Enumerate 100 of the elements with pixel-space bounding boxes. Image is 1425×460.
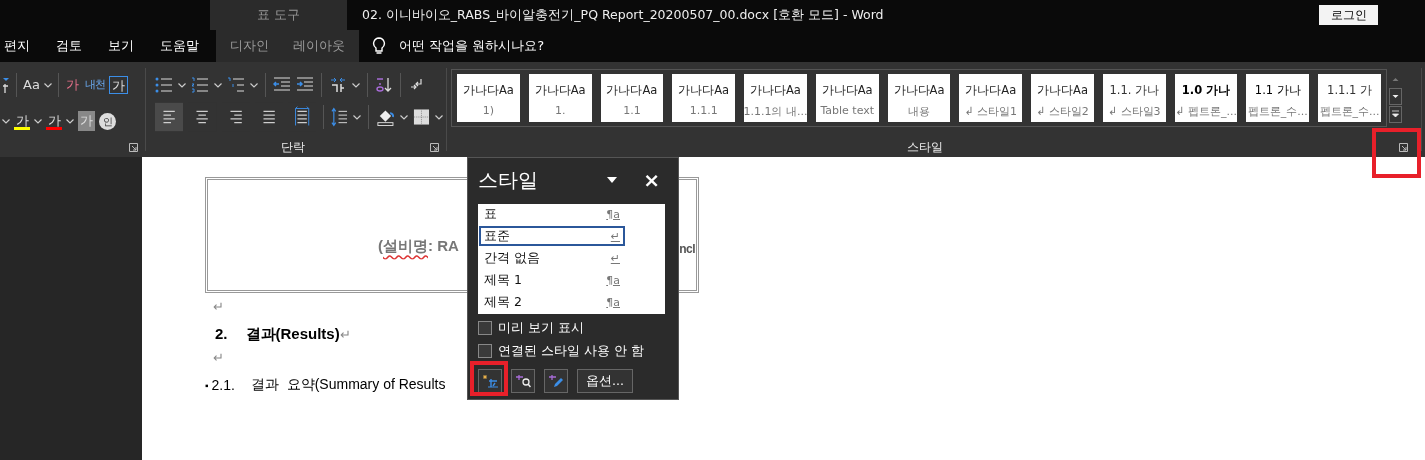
style-gallery-item[interactable]: 1.0 가나 ↲ 펩트론_...	[1174, 74, 1238, 122]
manage-styles-button[interactable]	[544, 369, 568, 393]
style-type-mark: ¶a	[606, 295, 620, 309]
style-gallery-item[interactable]: 가나다Aa ↲ 스타일1	[959, 74, 1023, 122]
list-number: 2.1.	[211, 377, 235, 393]
lightbulb-icon	[372, 37, 386, 55]
style-list-item[interactable]: 표준 ↵	[479, 226, 625, 246]
ribbon-tab[interactable]: 검토	[43, 30, 95, 62]
dialog-launcher-icon[interactable]	[129, 142, 138, 152]
pane-title: 스타일	[478, 166, 539, 194]
dropdown-caret-icon[interactable]	[214, 82, 222, 88]
section-heading: 결과(Results)↵	[245, 325, 351, 344]
dropdown-caret-icon[interactable]	[353, 114, 362, 120]
shading-bucket-icon[interactable]	[376, 107, 395, 127]
pane-menu-caret-icon[interactable]	[607, 177, 618, 183]
highlight-frame	[470, 361, 508, 396]
font-size-icon[interactable]	[2, 76, 10, 94]
style-name: 표	[484, 205, 497, 223]
decrease-indent-icon[interactable]	[273, 77, 291, 93]
heading-number: 2.	[215, 325, 228, 344]
style-list-item[interactable]: 제목 2 ¶a	[479, 292, 625, 312]
dropdown-caret-icon[interactable]	[400, 114, 408, 120]
bullet-mark: ▪	[205, 379, 209, 391]
borders-icon[interactable]	[413, 108, 430, 126]
gallery-expand-icon[interactable]	[1389, 106, 1402, 123]
document-text: ncl	[679, 242, 695, 256]
dialog-launcher-icon[interactable]	[1399, 142, 1408, 152]
style-gallery-item[interactable]: 가나다Aa Table text	[815, 74, 879, 122]
list-heading: 결과 요약(Summary of Results	[250, 376, 446, 394]
numbered-list-icon[interactable]	[191, 77, 209, 93]
login-button[interactable]: 로그인	[1319, 5, 1378, 25]
dialog-launcher-icon[interactable]	[430, 142, 439, 152]
font-tool-button[interactable]: 가	[46, 112, 62, 130]
style-gallery-item[interactable]: 1.1 가나 펩트론_수...	[1246, 74, 1310, 122]
style-type-mark: ↵	[610, 229, 620, 243]
style-gallery-item[interactable]: 가나다Aa 1.1.1	[672, 74, 736, 122]
increase-indent-icon[interactable]	[296, 77, 314, 93]
dropdown-caret-icon[interactable]	[435, 114, 443, 120]
dropdown-caret-icon[interactable]	[352, 82, 360, 88]
checkbox-label[interactable]: 미리 보기 표시	[498, 319, 584, 337]
font-tool-button[interactable]: 가	[64, 75, 81, 95]
dropdown-caret-icon[interactable]	[178, 82, 186, 88]
sort-icon[interactable]	[375, 77, 393, 93]
paragraph-mark: ↵	[213, 350, 224, 367]
context-tab-group-label: 표 도구	[256, 6, 301, 24]
style-list-item[interactable]: 제목 1 ¶a	[479, 270, 625, 290]
ribbon-tab[interactable]: 디자인	[218, 30, 281, 62]
style-gallery-item[interactable]: 가나다Aa 1.1	[600, 74, 664, 122]
group-label: 단락	[279, 138, 306, 156]
style-gallery-item[interactable]: 가나다Aa 1)	[457, 74, 520, 122]
dropdown-caret-icon[interactable]	[2, 118, 10, 124]
style-gallery-item[interactable]: 가나다Aa 내용	[887, 74, 951, 122]
tell-me-prompt[interactable]: 어떤 작업을 원하시나요?	[399, 37, 545, 55]
pencil-icon	[548, 374, 564, 388]
paragraph-mark: ↵	[213, 299, 224, 316]
style-type-mark: ¶a	[606, 273, 620, 287]
multilevel-list-icon[interactable]	[227, 77, 245, 93]
style-name: 제목 2	[484, 293, 522, 311]
ribbon-tab[interactable]: 보기	[95, 30, 147, 62]
style-name: 제목 1	[484, 271, 522, 289]
style-gallery-item[interactable]: 가나다Aa 1.	[528, 74, 592, 122]
dropdown-caret-icon[interactable]	[66, 118, 74, 124]
font-tool-button[interactable]: 내천	[84, 75, 105, 95]
font-tool-button[interactable]: 가	[14, 112, 30, 130]
ribbon-tab[interactable]: 편지	[0, 30, 43, 62]
style-type-mark: ¶a	[606, 207, 620, 221]
style-type-mark: ↵	[610, 251, 620, 265]
style-gallery-item[interactable]: 1.1.1 가 펩트론_수...	[1318, 74, 1381, 122]
dropdown-caret-icon[interactable]	[43, 82, 52, 88]
group-label: 스타일	[906, 138, 944, 156]
document-subtitle: (설비명: RA	[378, 237, 459, 256]
ribbon-tab[interactable]: 레이아웃	[281, 30, 357, 62]
magnifier-icon	[515, 374, 531, 388]
align-button[interactable]	[155, 102, 184, 132]
options-button[interactable]: 옵션...	[577, 369, 633, 393]
style-gallery-item[interactable]: 1.1. 가나 ↲ 스타일3	[1102, 74, 1166, 122]
style-gallery-item[interactable]: 가나다Aa 1.1.1의 내...	[744, 74, 807, 122]
style-inspector-button[interactable]	[511, 369, 535, 393]
dropdown-caret-icon[interactable]	[34, 118, 42, 124]
new-style-button[interactable]	[478, 369, 502, 393]
scroll-down-icon[interactable]	[1389, 88, 1402, 105]
style-name: 표준	[484, 227, 510, 245]
bullet-list-icon[interactable]	[155, 77, 173, 93]
checkbox-label[interactable]: 연결된 스타일 사용 안 함	[498, 342, 644, 360]
sparkle-pen-icon	[482, 374, 498, 388]
style-gallery-item[interactable]: 가나다Aa ↲ 스타일2	[1031, 74, 1094, 122]
text-direction-icon[interactable]	[329, 77, 347, 93]
ribbon-tab[interactable]: 도움말	[147, 30, 212, 62]
font-tool-button[interactable]: Aa	[23, 75, 40, 95]
checkbox[interactable]	[478, 321, 492, 335]
style-list-item[interactable]: 표 ¶a	[479, 204, 625, 224]
style-name: 간격 없음	[484, 249, 540, 267]
font-tool-button[interactable]: 인	[99, 112, 116, 130]
checkbox[interactable]	[478, 344, 492, 358]
dropdown-caret-icon[interactable]	[250, 82, 258, 88]
close-button[interactable]: ×	[643, 168, 660, 192]
window-title: 02. 이니바이오_RABS_바이알충전기_PQ Report_20200507_00.docx [호환 모드] - Word	[362, 6, 884, 24]
font-tool-button[interactable]: 가	[108, 76, 128, 94]
style-list-item[interactable]: 간격 없음 ↵	[479, 248, 625, 268]
line-spacing-icon[interactable]	[331, 107, 349, 127]
